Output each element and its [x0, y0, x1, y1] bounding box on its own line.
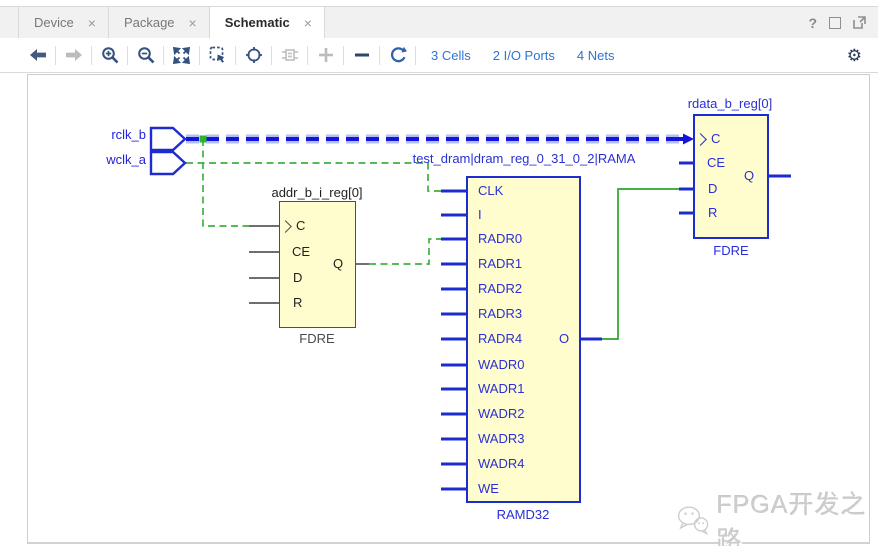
pin-label-wadr1: WADR1 — [478, 381, 524, 396]
pin-label-q: Q — [744, 168, 754, 183]
io-ports-link[interactable]: 2 I/O Ports — [493, 48, 555, 63]
zoom-to-selection-button[interactable] — [204, 42, 231, 68]
net-junction-dot — [200, 136, 207, 143]
maximize-icon[interactable] — [829, 17, 841, 29]
back-button[interactable] — [24, 42, 51, 68]
add-to-schematic-button[interactable] — [312, 42, 339, 68]
close-icon[interactable]: × — [189, 15, 197, 31]
forward-icon — [65, 48, 83, 62]
watermark-text: FPGA开发之路 — [717, 485, 869, 546]
close-icon[interactable]: × — [304, 15, 312, 31]
zoom-out-icon — [137, 46, 155, 64]
nets-link[interactable]: 4 Nets — [577, 48, 615, 63]
float-window-icon[interactable] — [853, 16, 866, 29]
tab-strip: Device × Package × Schematic × ? — [0, 6, 878, 39]
expand-cone-icon — [281, 47, 299, 63]
help-icon[interactable]: ? — [808, 15, 817, 31]
port-label-rclk-b: rclk_b — [56, 127, 146, 142]
plus-icon — [318, 47, 334, 63]
remove-from-schematic-button[interactable] — [348, 42, 375, 68]
close-icon[interactable]: × — [88, 15, 96, 31]
pin-label-d: D — [293, 270, 302, 285]
net-branch-addr-clock[interactable] — [200, 136, 250, 227]
wechat-logo-icon — [676, 502, 711, 540]
watermark: FPGA开发之路 — [676, 485, 869, 546]
pin-label-ce: CE — [292, 244, 310, 259]
refresh-icon — [389, 46, 407, 64]
port-wclk-a-symbol[interactable] — [151, 152, 185, 174]
port-rclk-b-symbol[interactable] — [151, 128, 185, 150]
forward-button[interactable] — [60, 42, 87, 68]
pin-label-q: Q — [333, 256, 343, 271]
expand-cone-button[interactable] — [276, 42, 303, 68]
port-label-wclk-a: wclk_a — [56, 152, 146, 167]
pin-label-ce: CE — [707, 155, 725, 170]
cell-title-addr-b-i-reg: addr_b_i_reg[0] — [271, 185, 362, 200]
window-buttons: ? — [808, 7, 878, 38]
pin-label-d: D — [708, 181, 717, 196]
autofit-selection-button[interactable] — [240, 42, 267, 68]
back-icon — [29, 48, 47, 62]
schematic-canvas[interactable]: rclk_b wclk_a addr_b_i_reg[0] C CE D R Q… — [27, 74, 870, 544]
pin-label-radr3: RADR3 — [478, 306, 522, 321]
pin-label-radr1: RADR1 — [478, 256, 522, 271]
pin-label-i: I — [478, 207, 482, 222]
pin-label-c: C — [711, 131, 720, 146]
zoom-in-icon — [101, 46, 119, 64]
tab-schematic-label: Schematic — [225, 15, 290, 30]
pin-label-wadr3: WADR3 — [478, 431, 524, 446]
zoom-to-selection-icon — [209, 46, 227, 64]
pin-label-wadr4: WADR4 — [478, 456, 524, 471]
cell-ref-addr-b-i-reg: FDRE — [299, 331, 334, 346]
autofit-selection-icon — [245, 46, 263, 64]
cell-ref-ram: RAMD32 — [497, 507, 550, 522]
minus-icon — [354, 47, 370, 63]
cell-addr-b-i-reg[interactable] — [279, 201, 356, 328]
zoom-fit-icon — [173, 47, 190, 64]
pin-label-c: C — [296, 218, 305, 233]
tab-package-label: Package — [124, 15, 175, 30]
regenerate-button[interactable] — [384, 42, 411, 68]
pin-label-r: R — [708, 205, 717, 220]
net-rclk-b[interactable] — [186, 134, 694, 145]
tab-schematic[interactable]: Schematic × — [210, 7, 325, 38]
pin-label-wadr0: WADR0 — [478, 357, 524, 372]
net-addr-q-to-radr0[interactable] — [369, 239, 441, 264]
pin-label-r: R — [293, 295, 302, 310]
zoom-out-button[interactable] — [132, 42, 159, 68]
cell-ref-rdata-b-reg: FDRE — [713, 243, 748, 258]
cells-link[interactable]: 3 Cells — [431, 48, 471, 63]
settings-gear-icon[interactable]: ⚙ — [847, 47, 862, 64]
tab-device-label: Device — [34, 15, 74, 30]
tab-package[interactable]: Package × — [109, 7, 210, 38]
pin-label-clk: CLK — [478, 183, 503, 198]
pin-label-we: WE — [478, 481, 499, 496]
zoom-in-button[interactable] — [96, 42, 123, 68]
schematic-window: Device × Package × Schematic × ? — [0, 0, 878, 546]
zoom-fit-button[interactable] — [168, 42, 195, 68]
pin-label-wadr2: WADR2 — [478, 406, 524, 421]
pin-label-radr0: RADR0 — [478, 231, 522, 246]
pin-label-radr2: RADR2 — [478, 281, 522, 296]
cell-rdata-b-reg[interactable] — [693, 114, 769, 239]
net-ram-o-to-rdata-d[interactable] — [602, 189, 679, 339]
cell-title-rdata-b-reg: rdata_b_reg[0] — [688, 96, 773, 111]
tab-device[interactable]: Device × — [18, 7, 109, 38]
schematic-toolbar: 3 Cells 2 I/O Ports 4 Nets ⚙ — [0, 38, 878, 73]
pin-label-radr4: RADR4 — [478, 331, 522, 346]
pin-label-o: O — [559, 331, 569, 346]
cell-title-ram: test_dram|dram_reg_0_31_0_2|RAMA — [413, 151, 636, 166]
